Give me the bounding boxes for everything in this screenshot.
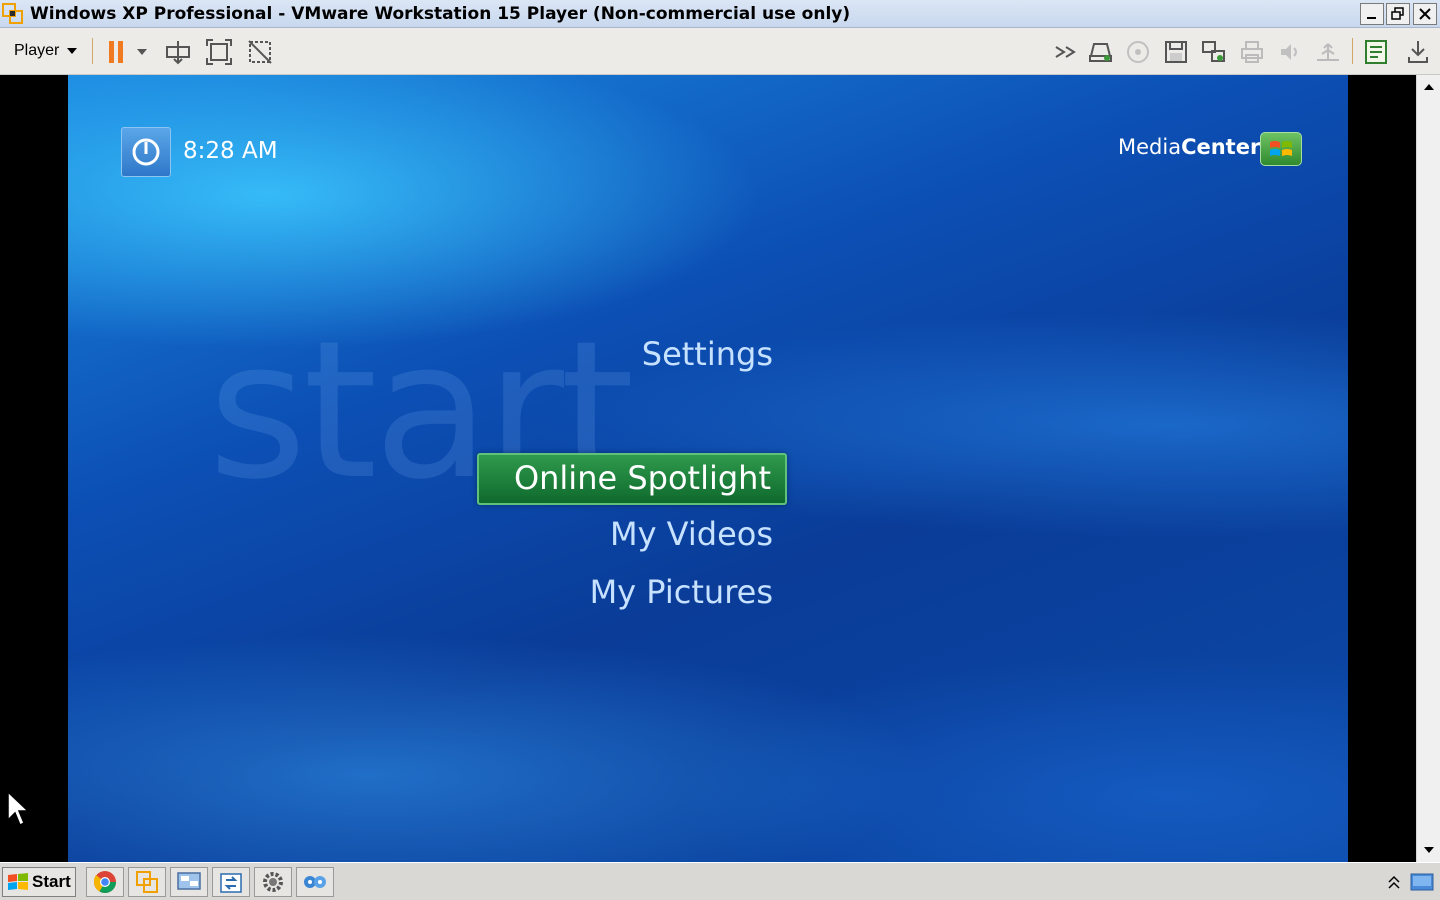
scroll-up-icon[interactable] [1419,77,1439,97]
chevron-down-icon [67,48,78,54]
media-center-logo: MediaCenter [1118,135,1260,159]
menu-item-online-spotlight[interactable]: Online Spotlight [477,453,787,505]
logo-text-center: Center [1181,135,1261,159]
fit-guest-icon[interactable] [205,38,233,66]
messenger-icon[interactable] [296,867,334,897]
windows-logo-icon [8,873,28,890]
toolbar-divider [92,38,93,64]
restore-button[interactable] [1386,3,1410,25]
sync-icon[interactable] [212,867,250,897]
minimize-button[interactable] [1360,3,1384,25]
start-label: Start [32,872,71,891]
printer-icon[interactable] [1238,38,1266,66]
toolbar-divider [1352,38,1353,64]
more-devices-icon[interactable] [1052,38,1080,66]
vertical-scrollbar[interactable] [1416,75,1440,862]
sound-card-icon[interactable] [1276,38,1304,66]
window-title-bar[interactable]: Windows XP Professional - VMware Worksta… [0,0,1440,28]
vmware-toolbar: Player [0,28,1440,75]
floppy-icon[interactable] [1162,38,1190,66]
menu-item-my-pictures[interactable]: My Pictures [590,573,773,611]
download-icon[interactable] [1404,38,1432,66]
tray-expand-icon[interactable] [1387,874,1401,890]
cd-dvd-icon[interactable] [1124,38,1152,66]
usb-controller-icon[interactable] [1314,38,1342,66]
scroll-down-icon[interactable] [1419,840,1439,860]
taskbar: Start [0,862,1440,900]
logo-text-media: Media [1118,135,1182,159]
close-button[interactable] [1413,3,1437,25]
pause-icon[interactable] [102,38,130,66]
mouse-cursor-icon [6,790,30,832]
clock-time: 8:28 AM [183,138,278,164]
start-button[interactable]: Start [2,867,76,897]
vmware-app-icon [2,3,24,25]
player-menu-button[interactable]: Player [6,37,85,65]
pause-dropdown-icon[interactable] [132,38,152,66]
windows-flag-icon [1260,132,1302,166]
menu-item-settings[interactable]: Settings [642,335,773,373]
chrome-icon[interactable] [86,867,124,897]
media-center-screen[interactable]: start 8:28 AM MediaCenter Settings Onlin… [68,75,1348,862]
show-desktop-icon[interactable] [1410,872,1434,892]
menu-item-my-videos[interactable]: My Videos [610,515,773,553]
message-log-icon[interactable] [1362,38,1390,66]
vm-right-border [1348,75,1416,862]
settings-gear-icon[interactable] [254,867,292,897]
vmware-icon[interactable] [128,867,166,897]
power-icon [132,138,160,166]
usb-device-icon[interactable] [1200,38,1228,66]
vm-left-border [0,75,68,862]
network-adapter-icon[interactable] [1086,38,1114,66]
player-menu-label: Player [14,42,60,59]
send-ctrl-alt-del-icon[interactable] [164,38,192,66]
network-icon[interactable] [170,867,208,897]
window-title: Windows XP Professional - VMware Worksta… [30,4,851,24]
unity-icon[interactable] [246,38,274,66]
power-button[interactable] [121,127,171,177]
system-tray [1382,867,1438,897]
